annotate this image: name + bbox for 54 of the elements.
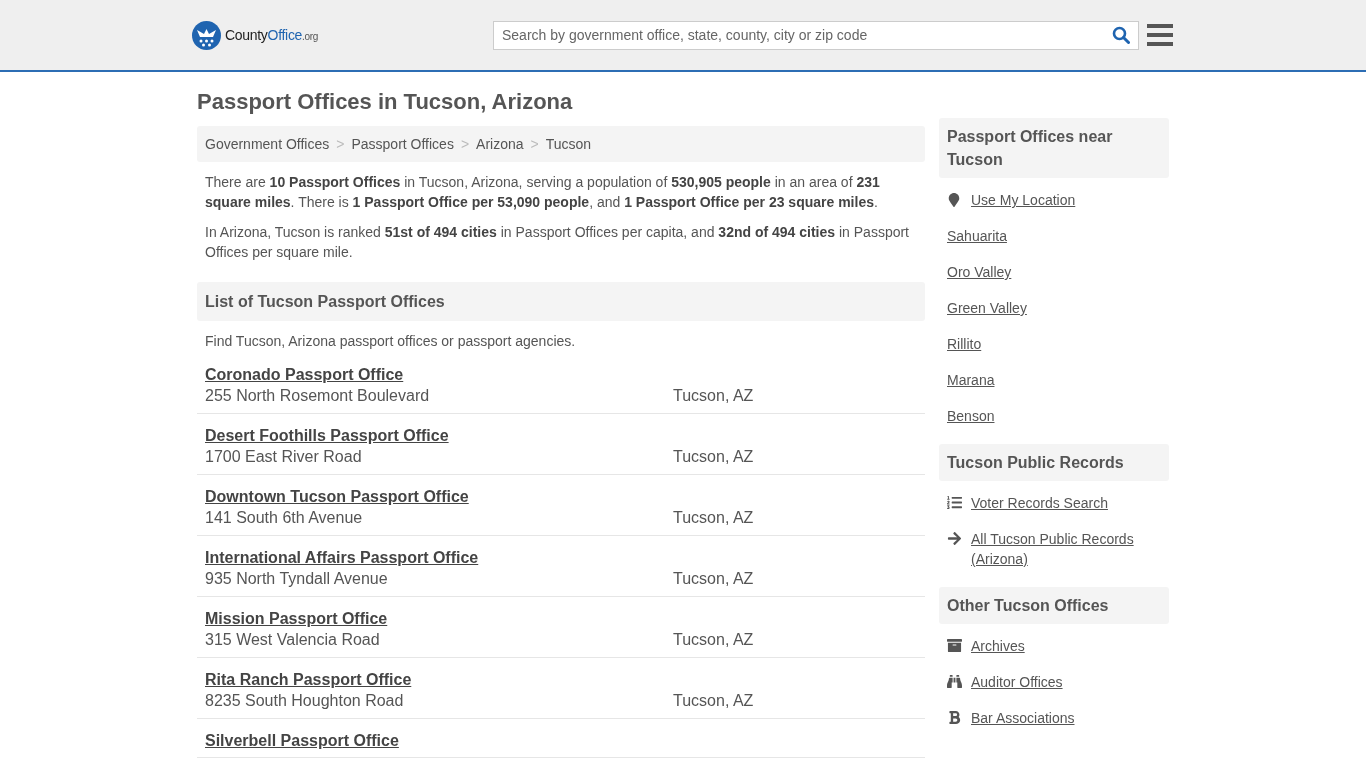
arrow-right-icon xyxy=(947,531,963,546)
office-address: 315 West Valencia Road xyxy=(205,630,381,650)
office-city: Tucson, AZ xyxy=(673,630,755,650)
intro-paragraph: There are 10 Passport Offices in Tucson, Arizona, serving a population of 530,905 people in an area of 231 square miles. There is 1 Passport Office per 53,090 people, and 1 Passport Office per 23 square miles. xyxy=(205,173,881,212)
office-city: Tucson, AZ xyxy=(673,508,755,528)
sidebar-link[interactable]: Benson xyxy=(947,406,995,426)
breadcrumb-separator: > xyxy=(460,136,470,152)
office-city: Tucson, AZ xyxy=(673,569,755,589)
sidebar-link[interactable]: Marana xyxy=(947,370,995,390)
archive-box-icon xyxy=(947,638,963,653)
breadcrumb-link[interactable]: Government Offices xyxy=(205,136,330,152)
office-address: 255 North Rosemont Boulevard xyxy=(205,386,431,406)
office-link[interactable]: Mission Passport Office xyxy=(205,609,388,629)
binoculars-icon xyxy=(947,674,963,689)
sidebar-link[interactable]: Voter Records Search xyxy=(971,493,1108,513)
sidebar-link[interactable]: Auditor Offices xyxy=(971,672,1063,692)
breadcrumb-separator: > xyxy=(336,136,345,152)
office-address: 1700 East River Road xyxy=(205,447,363,467)
sidebar-heading: Tucson Public Records xyxy=(939,444,1169,481)
office-link[interactable]: Downtown Tucson Passport Office xyxy=(205,487,469,507)
list-icon xyxy=(947,495,963,510)
sidebar-link[interactable]: Green Valley xyxy=(947,298,1027,318)
bold-b-icon xyxy=(947,710,963,725)
sidebar-link[interactable]: Sahuarita xyxy=(947,226,1007,246)
sidebar-link[interactable]: Use My Location xyxy=(971,190,1076,210)
office-address: 8235 South Houghton Road xyxy=(205,691,405,711)
page-title: Passport Offices in Tucson, Arizona xyxy=(197,88,574,116)
office-city: Tucson, AZ xyxy=(673,447,755,467)
sidebar-link[interactable]: Oro Valley xyxy=(947,262,1012,282)
sidebar-heading: Passport Offices near Tucson xyxy=(939,118,1169,178)
office-link[interactable]: Coronado Passport Office xyxy=(205,365,404,385)
breadcrumb-link[interactable]: Passport Offices xyxy=(351,136,454,152)
office-link[interactable]: Desert Foothills Passport Office xyxy=(205,426,449,446)
intro-paragraph: In Arizona, Tucson is ranked 51st of 494 cities in Passport Offices per capita, and 32nd of 494 cities in Passport Offices per square mile. xyxy=(205,223,910,262)
office-link[interactable]: Rita Ranch Passport Office xyxy=(205,670,412,690)
office-address: 141 South 6th Avenue xyxy=(205,508,364,528)
sidebar-link[interactable]: Rillito xyxy=(947,334,982,354)
menu-button[interactable] xyxy=(1147,24,1173,46)
office-link[interactable]: International Affairs Passport Office xyxy=(205,548,479,568)
office-city: Tucson, AZ xyxy=(673,691,755,711)
breadcrumb-link[interactable]: Tucson xyxy=(545,136,592,152)
logo-icon[interactable] xyxy=(192,20,221,50)
sidebar-link[interactable]: All Tucson Public Records (Arizona) xyxy=(971,529,1161,569)
section-heading: List of Tucson Passport Offices xyxy=(197,282,925,321)
sidebar-link[interactable]: Archives xyxy=(971,636,1025,656)
sidebar-heading: Other Tucson Offices xyxy=(939,587,1169,624)
office-city: Tucson, AZ xyxy=(673,386,755,406)
breadcrumb-link[interactable]: Arizona xyxy=(476,136,524,152)
office-address: 935 North Tyndall Avenue xyxy=(205,569,389,589)
logo-text[interactable]: CountyOffice.org xyxy=(225,27,319,43)
office-link[interactable]: Silverbell Passport Office xyxy=(205,731,399,751)
sidebar-link[interactable]: Bar Associations xyxy=(971,708,1075,728)
section-description: Find Tucson, Arizona passport offices or passport agencies. xyxy=(205,332,577,351)
breadcrumb-separator: > xyxy=(530,136,539,152)
